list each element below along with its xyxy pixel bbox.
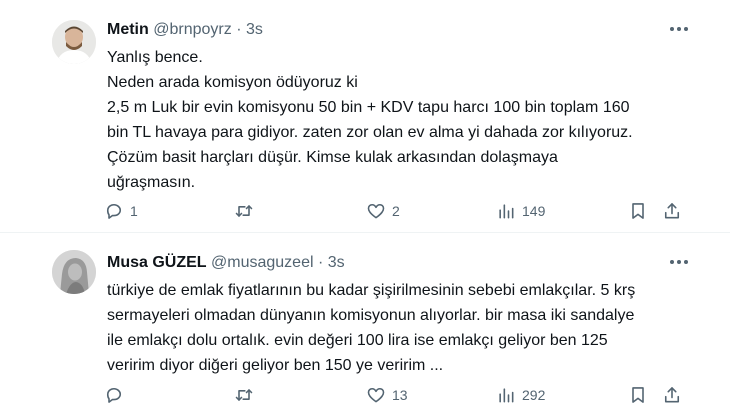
tweet-line: veririm diyor diğeri geliyor ben 150 ye … [107,357,444,374]
user-handle[interactable]: @brnpoyrz [153,21,232,38]
tweet-line: bin TL havaya para gidiyor. zaten zor ol… [107,124,633,141]
tweet-text: türkiye de emlak fiyatlarının bu kadar ş… [107,278,697,378]
display-name[interactable]: Metin [107,21,149,38]
views-icon [499,204,514,219]
bookmark-icon [632,203,644,219]
bookmark-button[interactable] [628,199,648,223]
reply-button[interactable] [104,383,130,407]
reply-count: 1 [130,203,138,219]
tweet-text: Yanlış bence. Neden arada komisyon ödüyo… [107,45,697,195]
tweet-header: Metin @brnpoyrz · 3s [107,20,263,40]
more-icon[interactable] [670,27,690,33]
views-icon [499,388,514,403]
display-name[interactable]: Musa GÜZEL [107,254,207,271]
like-button[interactable]: 13 [366,383,408,407]
like-count: 13 [392,387,408,403]
view-count: 292 [522,387,546,403]
views-button[interactable]: 292 [496,383,545,407]
share-button[interactable] [662,383,682,407]
tweet-line: Neden arada komisyon ödüyoruz ki [107,74,358,91]
user-handle[interactable]: @musaguzeel [211,254,314,271]
avatar[interactable] [52,20,96,64]
tweet-line: 2,5 m Luk bir evin komisyonu 50 bin + KD… [107,99,630,116]
separator: · [236,21,242,38]
share-button[interactable] [662,199,682,223]
retweet-button[interactable] [234,199,260,223]
bookmark-button[interactable] [628,383,648,407]
retweet-icon [235,205,253,217]
like-count: 2 [392,203,400,219]
tweet: Musa GÜZEL @musaguzeel · 3s türkiye de e… [0,233,730,420]
timestamp[interactable]: 3s [246,21,263,38]
avatar[interactable] [52,250,96,294]
views-button[interactable]: 149 [496,199,545,223]
view-count: 149 [522,203,546,219]
more-icon[interactable] [670,260,690,266]
tweet-actions: 1 2 149 [0,199,730,223]
share-icon [664,387,680,403]
separator: · [317,254,324,271]
retweet-icon [235,389,253,401]
tweet-line: Çözüm basit harçları düşür. Kimse kulak … [107,149,558,166]
reply-icon [106,203,122,219]
heart-icon [367,203,385,219]
tweet-line: ile emlakçı dolu ortalık. evin değeri 10… [107,332,608,349]
tweet-header: Musa GÜZEL @musaguzeel · 3s [107,253,345,273]
share-icon [664,203,680,219]
tweet-actions: 13 292 [0,383,730,407]
heart-icon [367,387,385,403]
tweet-line: türkiye de emlak fiyatlarının bu kadar ş… [107,282,636,299]
like-button[interactable]: 2 [366,199,400,223]
tweet-line: sermayeleri olmadan dünyanın komisyonun … [107,307,635,324]
tweet-line: Yanlış bence. [107,49,203,66]
reply-button[interactable]: 1 [104,199,138,223]
retweet-button[interactable] [234,383,260,407]
timestamp[interactable]: 3s [328,254,345,271]
bookmark-icon [632,387,644,403]
tweet: Metin @brnpoyrz · 3s Yanlış bence. Neden… [0,0,730,232]
reply-icon [106,387,122,403]
tweet-line: uğraşmasın. [107,174,196,191]
